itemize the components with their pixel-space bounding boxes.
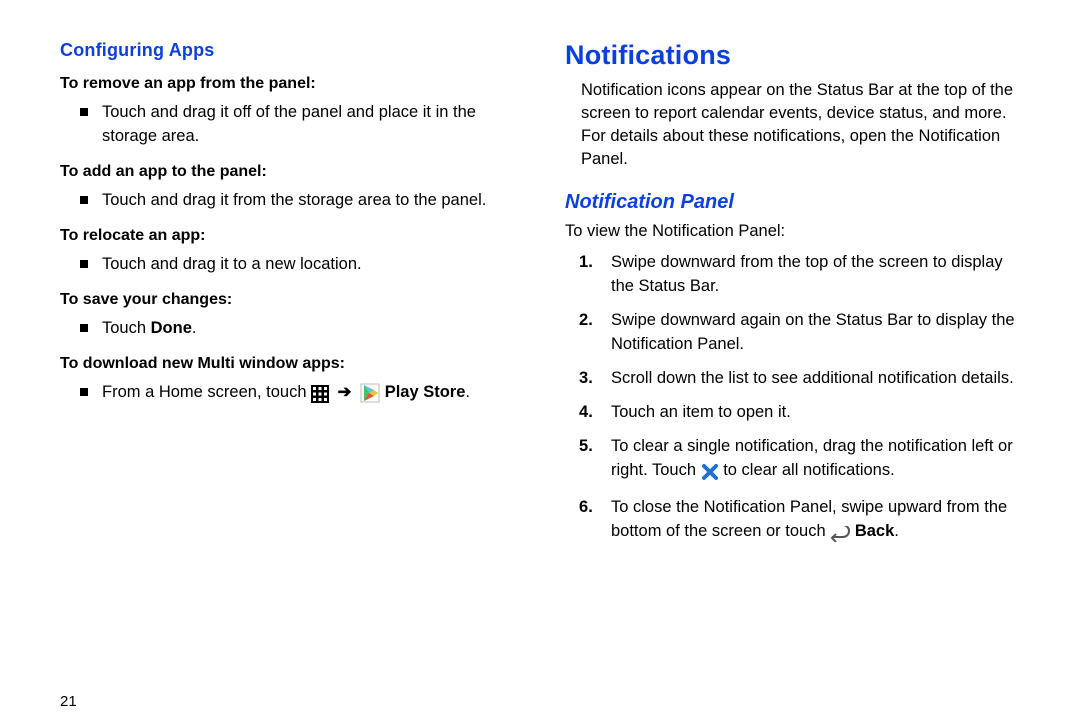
notification-panel-heading: Notification Panel [565,191,1020,214]
list-item: Touch and drag it to a new location. [86,253,525,277]
relocate-app-list: Touch and drag it to a new location. [60,253,525,277]
add-app-list: Touch and drag it from the storage area … [60,189,525,213]
play-store-icon [360,383,380,408]
list-item: From a Home screen, touch ➔ [86,381,525,408]
notification-panel-steps: Swipe downward from the top of the scree… [565,251,1020,546]
play-store-label: Play Store [385,383,466,401]
relocate-app-subhead: To relocate an app: [60,227,525,245]
notifications-heading: Notifications [565,40,1020,71]
text: . [192,319,197,337]
configuring-apps-heading: Configuring Apps [60,40,525,61]
text: to clear all notifications. [723,461,895,479]
download-apps-subhead: To download new Multi window apps: [60,355,525,373]
list-item: Touch Done. [86,317,525,341]
done-label: Done [151,319,192,337]
add-app-subhead: To add an app to the panel: [60,163,525,181]
notifications-intro: Notification icons appear on the Status … [581,79,1020,171]
save-changes-subhead: To save your changes: [60,291,525,309]
list-item: Touch and drag it off of the panel and p… [86,101,525,149]
remove-app-subhead: To remove an app from the panel: [60,75,525,93]
panel-intro: To view the Notification Panel: [565,220,1020,243]
step-3: Scroll down the list to see additional n… [601,367,1020,391]
save-changes-list: Touch Done. [60,317,525,341]
text: . [465,383,470,401]
clear-x-icon [701,462,719,486]
step-2: Swipe downward again on the Status Bar t… [601,309,1020,357]
list-item: Touch and drag it from the storage area … [86,189,525,213]
left-column: Configuring Apps To remove an app from t… [60,40,555,700]
text: Touch [102,319,151,337]
text: To close the Notification Panel, swipe u… [611,498,1007,540]
manual-page: Configuring Apps To remove an app from t… [0,0,1080,720]
back-label: Back [855,522,894,540]
step-5: To clear a single notification, drag the… [601,435,1020,486]
apps-grid-icon [311,384,329,408]
text: From a Home screen, touch [102,383,311,401]
right-column: Notifications Notification icons appear … [555,40,1050,700]
page-number: 21 [60,693,77,710]
arrow-right-icon: ➔ [338,381,352,405]
step-6: To close the Notification Panel, swipe u… [601,496,1020,547]
download-apps-list: From a Home screen, touch ➔ [60,381,525,408]
step-4: Touch an item to open it. [601,401,1020,425]
step-1: Swipe downward from the top of the scree… [601,251,1020,299]
text: . [894,522,899,540]
back-icon [830,523,850,547]
remove-app-list: Touch and drag it off of the panel and p… [60,101,525,149]
